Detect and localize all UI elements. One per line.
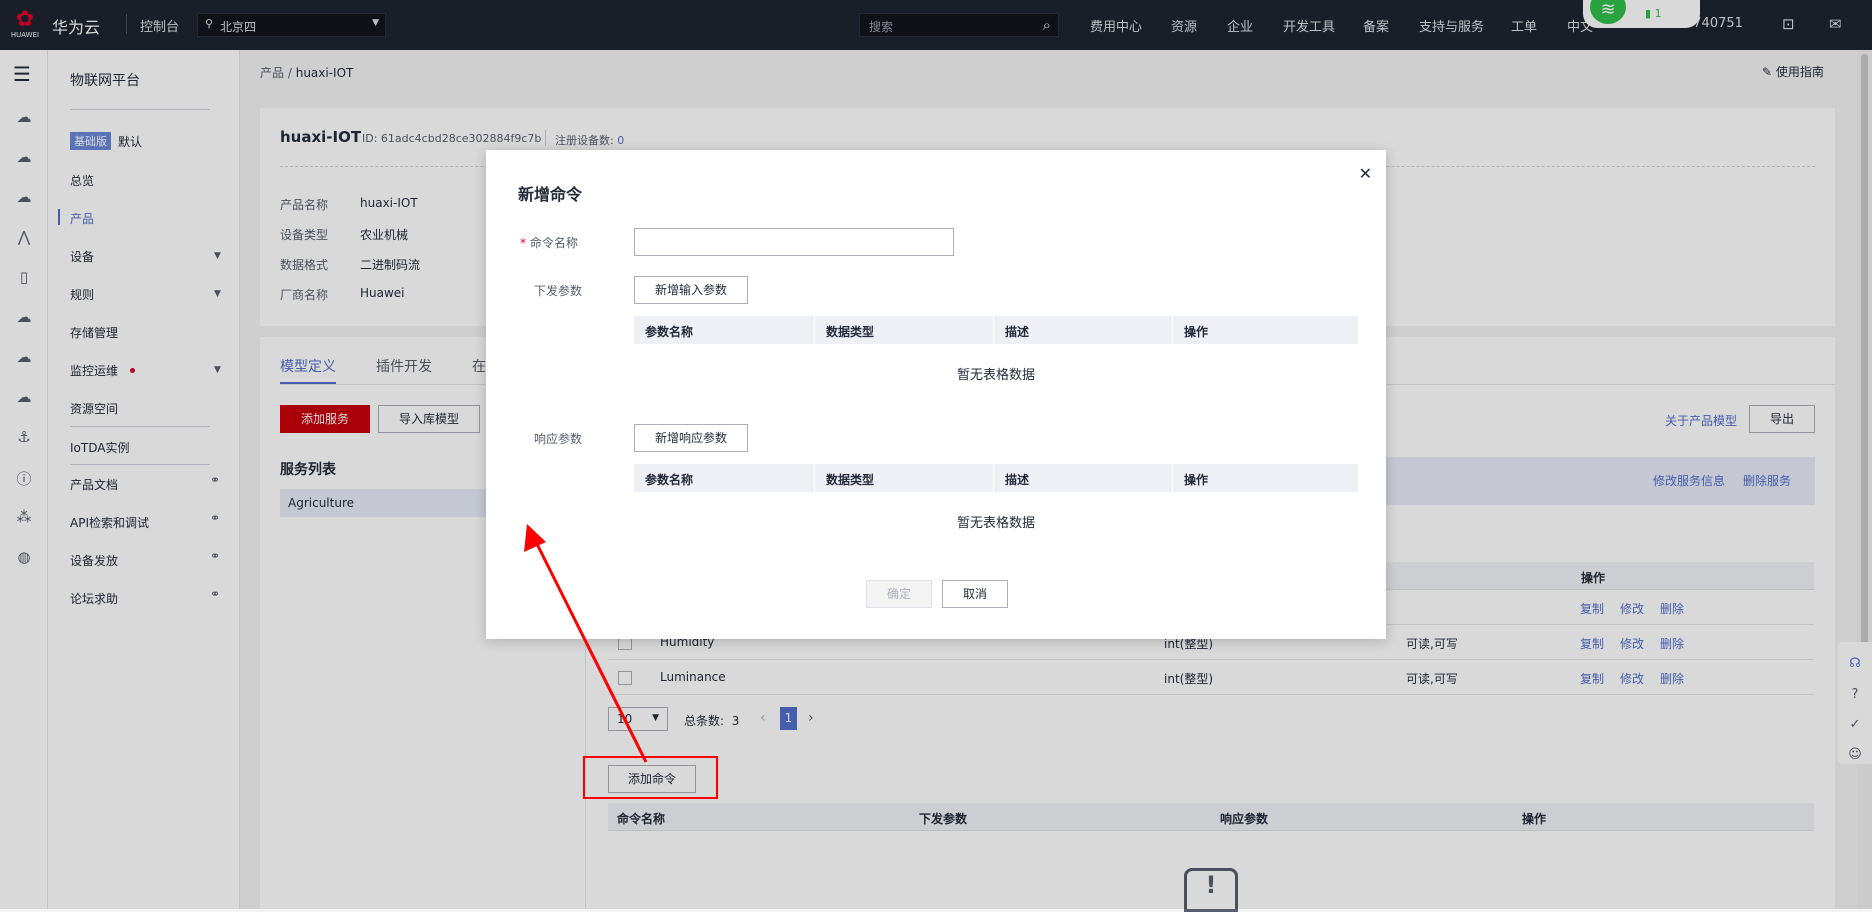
annotation-arrow (524, 524, 648, 763)
